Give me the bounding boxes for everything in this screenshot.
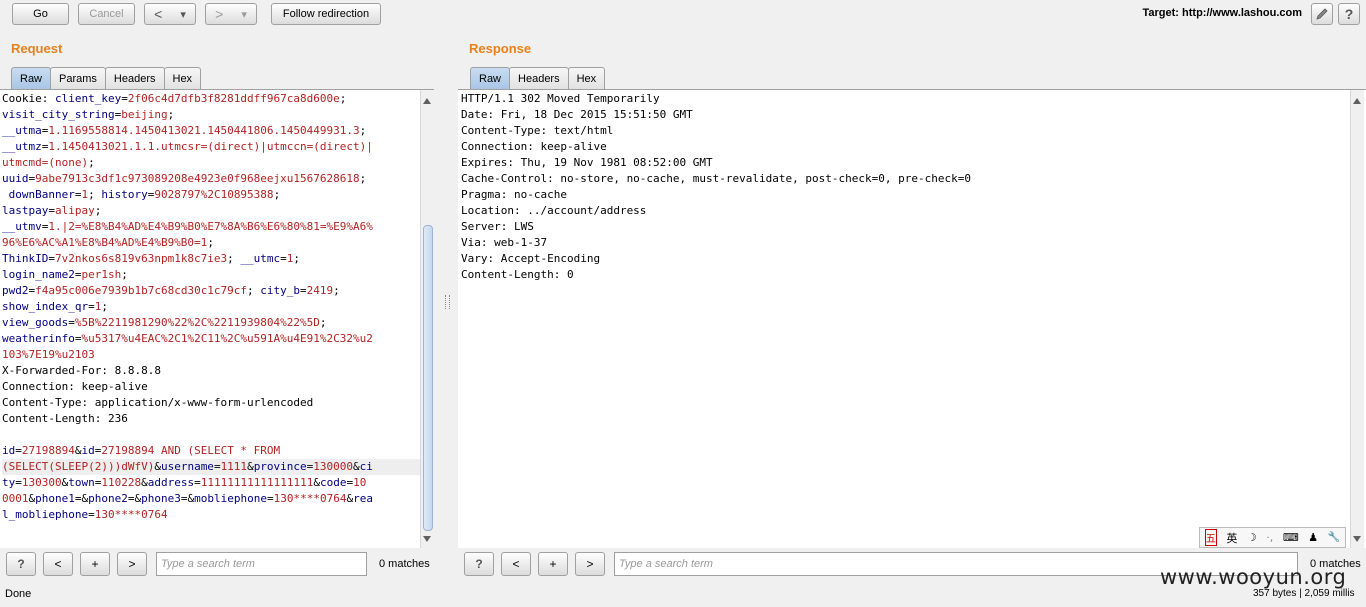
scroll-thumb[interactable] [423, 225, 433, 531]
request-tabs: Raw Params Headers Hex [11, 67, 202, 89]
forward-button[interactable]: > ▾ [205, 3, 257, 25]
request-line: __utma=1.1169558814.1450413021.145044180… [2, 124, 367, 137]
request-line: Connection: keep-alive [2, 380, 148, 393]
status-text: Done [5, 588, 32, 600]
search-prev-button[interactable]: < [43, 552, 73, 576]
search-input[interactable]: Type a search term [156, 552, 367, 576]
ime-english-icon[interactable]: 英 [1226, 530, 1237, 546]
response-line: Via: web-1-37 [461, 236, 548, 249]
response-tabs: Raw Headers Hex [470, 67, 606, 89]
response-line: Content-Length: 0 [461, 268, 574, 281]
request-line: __utmz=1.1450413021.1.1.utmcsr=(direct)|… [2, 140, 373, 153]
response-line: Pragma: no-cache [461, 188, 567, 201]
response-title: Response [469, 41, 532, 56]
response-editor[interactable]: HTTP/1.1 302 Moved Temporarily Date: Fri,… [458, 89, 1366, 548]
search-help-button[interactable]: ? [6, 552, 36, 576]
request-line: X-Forwarded-For: 8.8.8.8 [2, 364, 161, 377]
request-line: view_goods=%5B%2211981290%22%2C%22119398… [2, 316, 327, 329]
scroll-down-icon[interactable] [1353, 536, 1361, 542]
request-line: 0001&phone1=&phone2=&phone3=&mobliephone… [2, 492, 373, 505]
request-line: l_mobliephone=130****0764 [2, 508, 168, 521]
request-line [2, 427, 434, 443]
response-scrollbar[interactable] [1350, 90, 1364, 548]
back-arrow-icon: < [154, 6, 163, 22]
response-size-timing: 357 bytes | 2,059 millis [1253, 588, 1355, 599]
request-editor[interactable]: Cookie: client_key=2f06c4d7dfb3f8281ddff… [0, 89, 434, 548]
tab-params[interactable]: Params [50, 67, 106, 89]
response-line: Expires: Thu, 19 Nov 1981 08:52:00 GMT [461, 156, 713, 169]
chevron-down-icon: ▾ [241, 8, 247, 21]
response-line: Content-Type: text/html [461, 124, 614, 137]
search-next-button[interactable]: > [117, 552, 147, 576]
tab-headers[interactable]: Headers [509, 67, 569, 89]
request-line: visit_city_string=beijing; [2, 108, 175, 121]
ime-punct-icon[interactable]: ·, [1266, 531, 1273, 544]
request-line: Cookie: client_key=2f06c4d7dfb3f8281ddff… [2, 92, 347, 105]
ime-user-icon[interactable]: ♟ [1308, 531, 1318, 544]
request-line: ThinkID=7v2nkos6s819v63npm1k8c7ie3; __ut… [2, 252, 301, 265]
response-line: Date: Fri, 18 Dec 2015 15:51:50 GMT [461, 108, 693, 121]
request-line: utmcmd=(none); [2, 156, 95, 169]
request-line: pwd2=f4a95c006e7939b1b7c68cd30c1c79cf; c… [2, 284, 340, 297]
search-next-button[interactable]: > [575, 552, 605, 576]
request-line: id=27198894&id=27198894 AND (SELECT * FR… [2, 444, 281, 457]
response-line: Vary: Accept-Encoding [461, 252, 601, 265]
pencil-icon [1316, 8, 1328, 20]
scroll-down-icon[interactable] [423, 536, 431, 542]
request-line: 103%7E19%u2103 [2, 348, 95, 361]
search-options-button[interactable]: + [538, 552, 568, 576]
request-line: show_index_qr=1; [2, 300, 108, 313]
go-button[interactable]: Go [12, 3, 69, 25]
ime-toolbar: 五 英 ☽ ·, ⌨ ♟ 🔧 [1199, 527, 1346, 548]
ime-moon-icon[interactable]: ☽ [1247, 531, 1257, 544]
back-button[interactable]: < ▾ [144, 3, 196, 25]
request-line: weatherinfo=%u5317%u4EAC%2C1%2C11%2C%u59… [2, 332, 373, 345]
request-line: 96%E6%AC%A1%E8%B4%AD%E4%B9%B0=1; [2, 236, 214, 249]
request-line: login_name2=per1sh; [2, 268, 128, 281]
response-line: Location: ../account/address [461, 204, 647, 217]
forward-arrow-icon: > [215, 6, 224, 22]
search-help-button[interactable]: ? [464, 552, 494, 576]
scroll-up-icon[interactable] [1353, 98, 1361, 104]
target-label: Target: http://www.lashou.com [1142, 7, 1303, 19]
tab-headers[interactable]: Headers [104, 67, 165, 89]
scroll-up-icon[interactable] [423, 98, 431, 104]
ime-wrench-icon[interactable]: 🔧 [1328, 532, 1340, 543]
response-line: Cache-Control: no-store, no-cache, must-… [461, 172, 971, 185]
help-button[interactable]: ? [1338, 3, 1360, 25]
request-line: Content-Length: 236 [2, 412, 128, 425]
watermark: www.wooyun.org [1160, 565, 1347, 589]
request-line: uuid=9abe7913c3df1c973089208e4923e0f968e… [2, 172, 367, 185]
search-prev-button[interactable]: < [501, 552, 531, 576]
ime-wubi-icon[interactable]: 五 [1204, 529, 1217, 546]
search-options-button[interactable]: + [80, 552, 110, 576]
request-line: ty=130300&town=110228&address=1111111111… [2, 476, 367, 489]
response-raw-text[interactable]: HTTP/1.1 302 Moved Temporarily Date: Fri,… [458, 90, 1366, 283]
request-line: __utmv=1.|2=%E8%B4%AD%E4%B9%B0%E7%8A%B6%… [2, 220, 373, 233]
split-pane-divider[interactable] [445, 295, 450, 309]
request-scrollbar[interactable] [420, 90, 434, 548]
request-line: Content-Type: application/x-www-form-url… [2, 396, 314, 409]
request-line: lastpay=alipay; [2, 204, 102, 217]
tab-hex[interactable]: Hex [163, 67, 202, 89]
response-line: Connection: keep-alive [461, 140, 607, 153]
tab-raw[interactable]: Raw [11, 67, 52, 89]
response-line: HTTP/1.1 302 Moved Temporarily [461, 92, 660, 105]
cancel-button[interactable]: Cancel [78, 3, 135, 25]
response-line: Server: LWS [461, 220, 534, 233]
request-line: downBanner=1; history=9028797%2C10895388… [8, 188, 281, 201]
request-line: (SELECT(SLEEP(2)))dWfV)&username=1111&pr… [2, 459, 434, 475]
chevron-down-icon: ▾ [180, 8, 186, 21]
match-count: 0 matches [379, 558, 430, 570]
edit-target-button[interactable] [1311, 3, 1333, 25]
follow-redirection-button[interactable]: Follow redirection [271, 3, 381, 25]
ime-keyboard-icon[interactable]: ⌨ [1283, 531, 1299, 544]
request-raw-text[interactable]: Cookie: client_key=2f06c4d7dfb3f8281ddff… [0, 90, 434, 523]
tab-raw[interactable]: Raw [470, 67, 511, 89]
request-title: Request [11, 41, 63, 56]
tab-hex[interactable]: Hex [567, 67, 606, 89]
